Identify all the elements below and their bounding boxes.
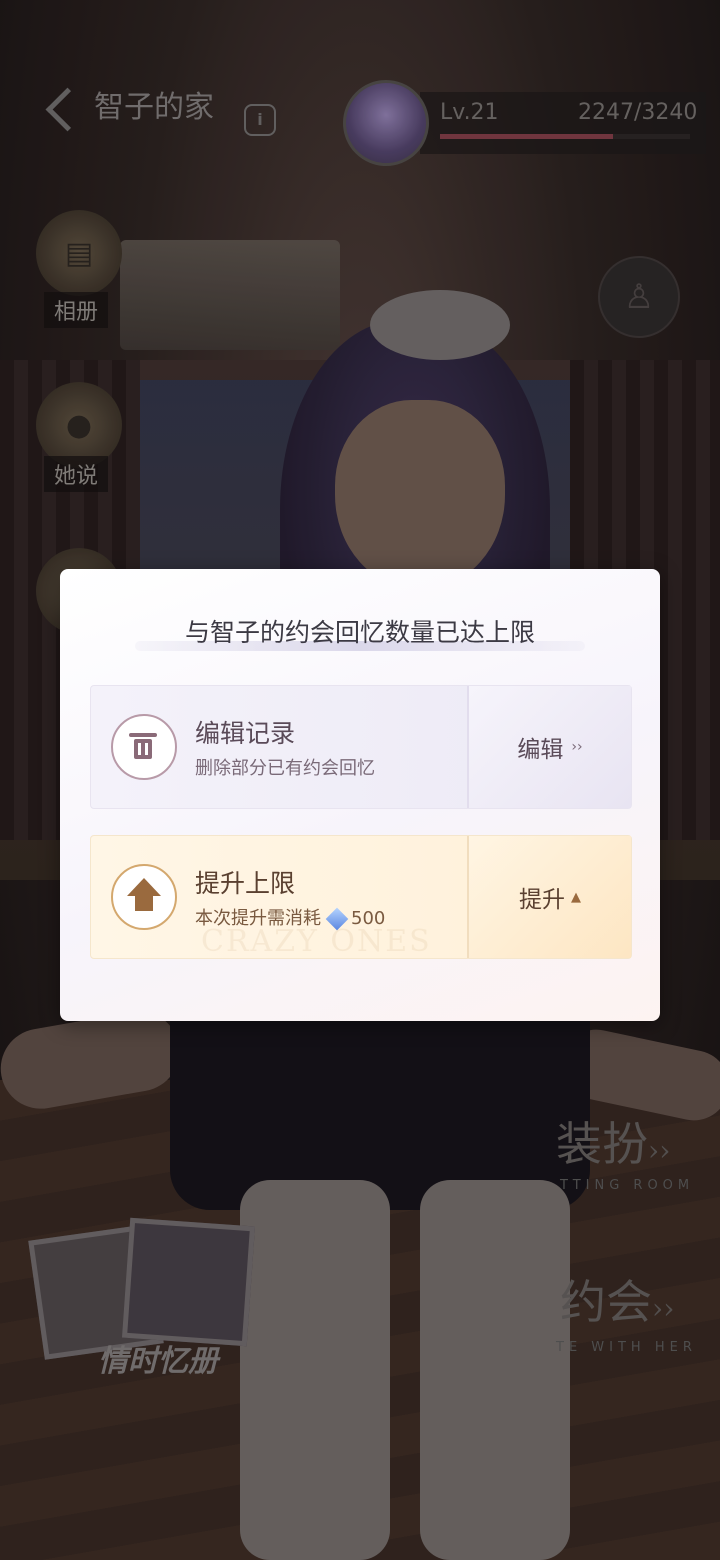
cost-value: 500 xyxy=(351,908,386,929)
upgrade-card-subtitle: 本次提升需消耗 500 xyxy=(195,904,386,931)
upgrade-button[interactable]: 提升 ▲ xyxy=(469,836,631,958)
cost-prefix: 本次提升需消耗 xyxy=(195,908,321,929)
limit-dialog: 与智子的约会回忆数量已达上限 编辑记录 删除部分已有约会回忆 编辑 ›› CRAZ… xyxy=(60,569,660,1021)
edit-records-card[interactable]: 编辑记录 删除部分已有约会回忆 编辑 ›› xyxy=(90,685,632,809)
edit-card-title: 编辑记录 xyxy=(195,719,296,748)
trash-icon xyxy=(111,714,177,780)
edit-card-subtitle: 删除部分已有约会回忆 xyxy=(195,758,375,779)
chevron-right-icon: ›› xyxy=(571,739,583,755)
upgrade-card-title: 提升上限 xyxy=(195,869,296,898)
diamond-icon xyxy=(325,907,349,931)
dialog-title: 与智子的约会回忆数量已达上限 xyxy=(184,618,535,647)
edit-button-label: 编辑 xyxy=(517,737,564,763)
raise-limit-card[interactable]: CRAZY ONES 提升上限 本次提升需消耗 500 提升 ▲ xyxy=(90,835,632,959)
upgrade-button-label: 提升 xyxy=(519,887,565,913)
edit-button[interactable]: 编辑 ›› xyxy=(469,686,631,808)
arrow-up-icon xyxy=(111,864,177,930)
arrow-up-small-icon: ▲ xyxy=(571,889,581,905)
